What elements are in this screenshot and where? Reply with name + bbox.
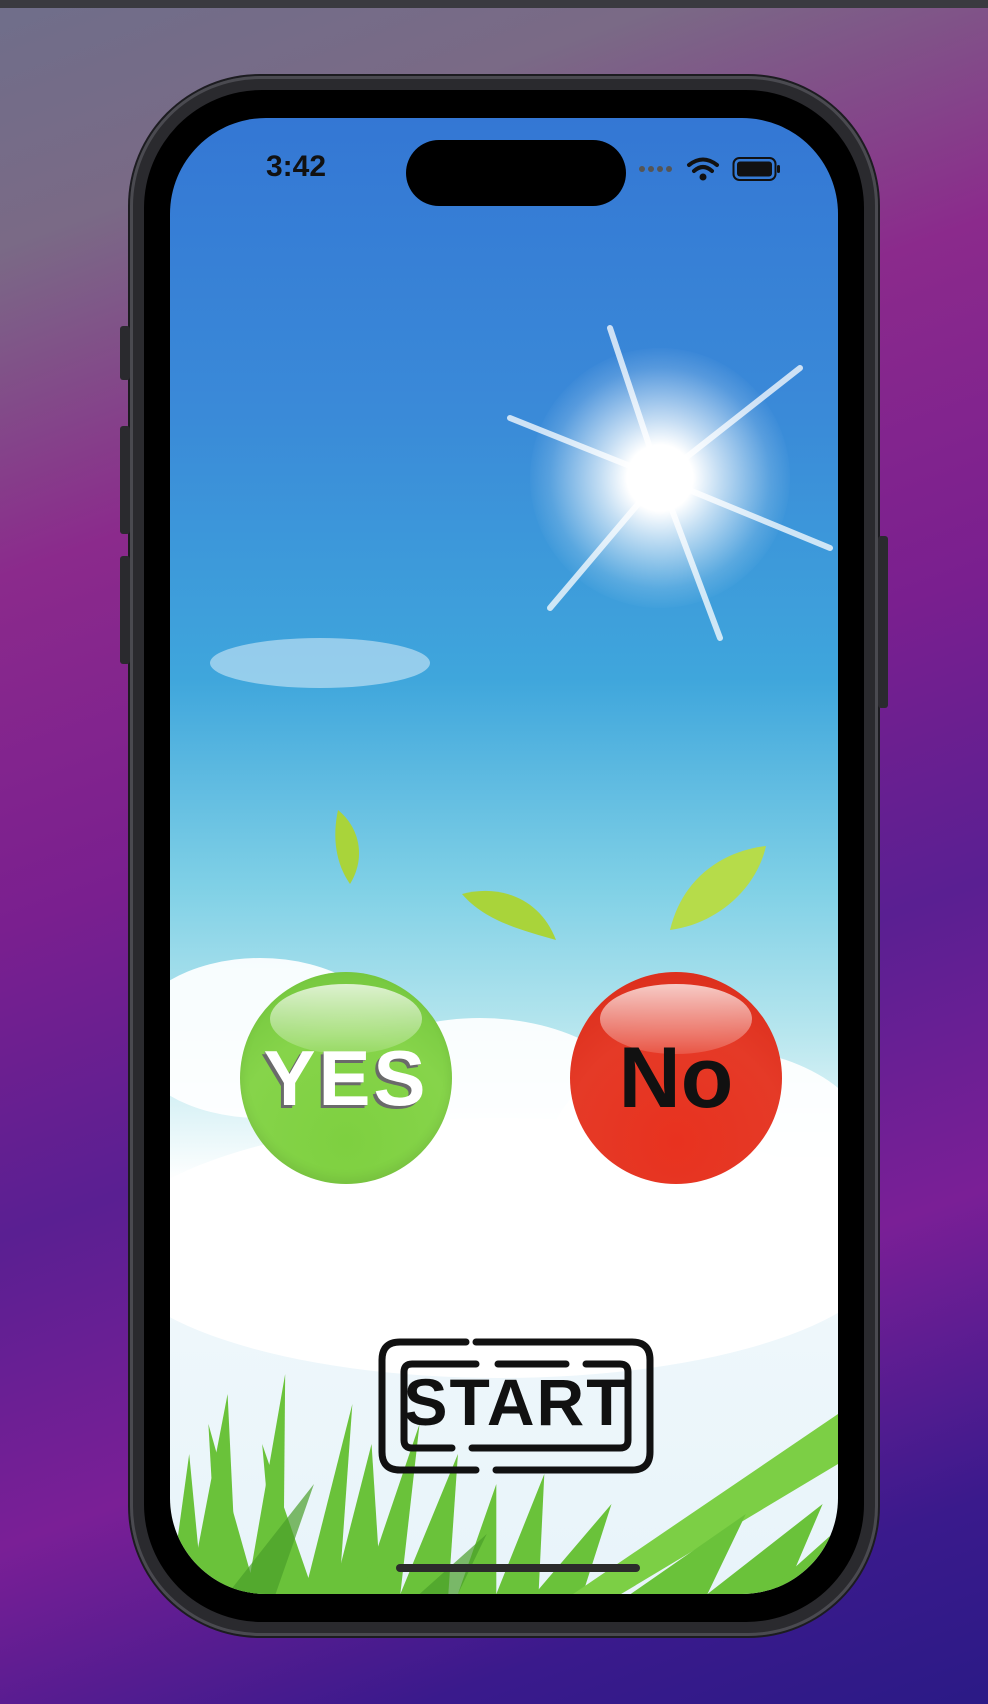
cloud xyxy=(210,638,430,688)
start-button[interactable]: START xyxy=(376,1336,656,1476)
home-indicator[interactable] xyxy=(396,1564,640,1572)
window-top-bar xyxy=(0,0,988,8)
game-screen: YES No START 3:42 xyxy=(170,118,838,1594)
power-button xyxy=(878,536,888,708)
dynamic-island xyxy=(406,140,626,206)
leaf-icon xyxy=(670,846,766,930)
no-label: No xyxy=(618,1029,734,1126)
leaf-icon xyxy=(335,810,360,884)
status-icons xyxy=(638,156,782,182)
no-button[interactable]: No xyxy=(570,972,782,1184)
phone-bezel: YES No START 3:42 xyxy=(144,90,864,1622)
leaf-icon xyxy=(462,890,556,940)
volume-up-button xyxy=(120,426,130,534)
yes-label: YES xyxy=(263,1033,429,1122)
start-label: START xyxy=(403,1365,629,1439)
volume-down-button xyxy=(120,556,130,664)
phone-frame: YES No START 3:42 xyxy=(120,76,888,1636)
sun-rays xyxy=(507,325,833,641)
wifi-icon xyxy=(687,157,719,181)
cellular-dots-icon xyxy=(639,166,672,172)
battery-icon xyxy=(732,157,780,181)
action-button xyxy=(120,326,130,380)
status-time: 3:42 xyxy=(266,150,327,183)
yes-button[interactable]: YES xyxy=(240,972,452,1184)
